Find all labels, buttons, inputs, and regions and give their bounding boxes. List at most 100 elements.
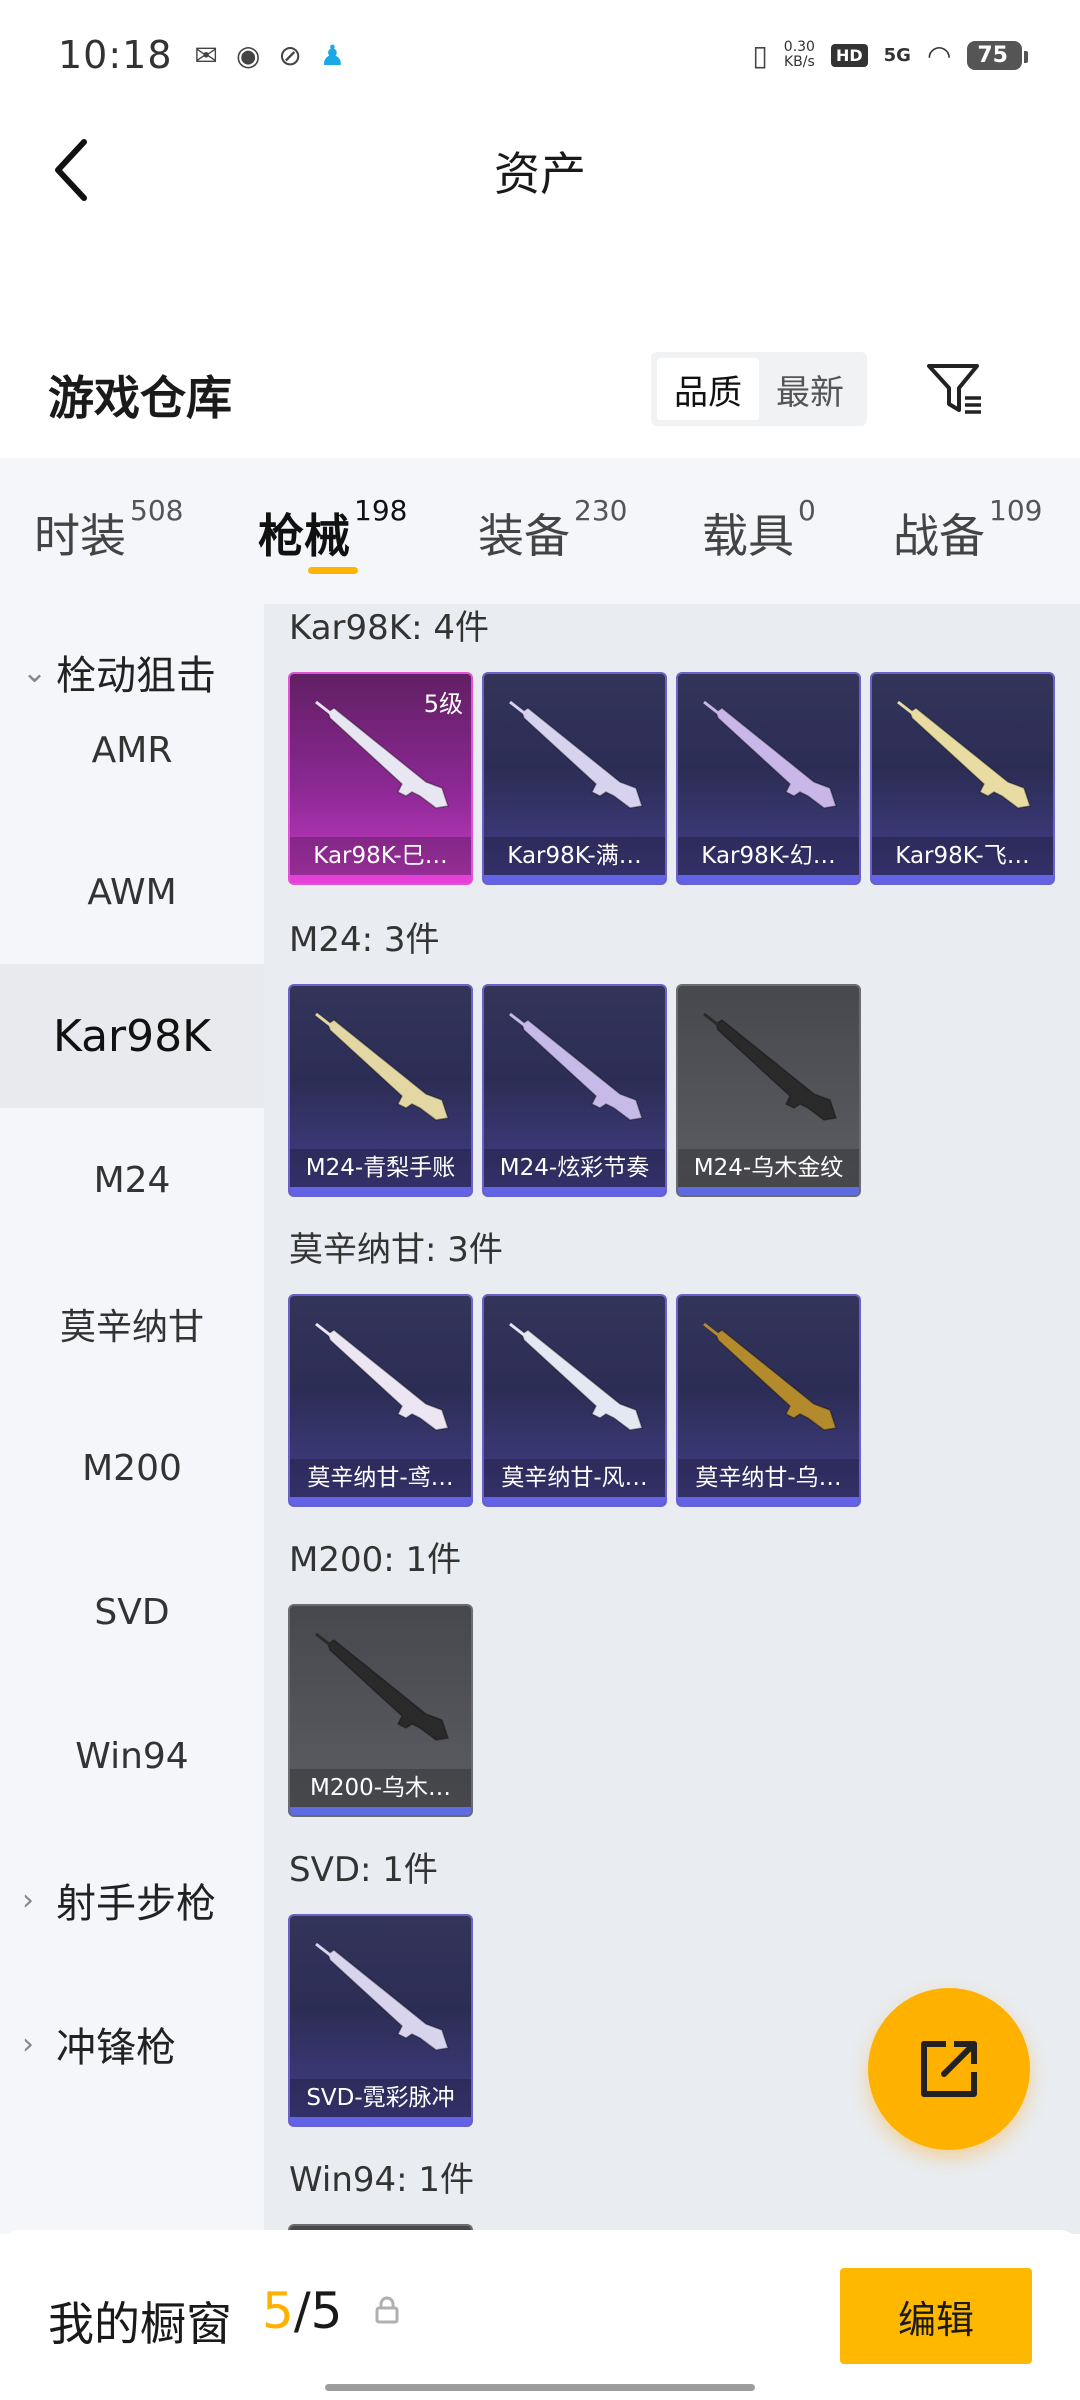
item-card[interactable]: M24-青梨手账 — [288, 984, 473, 1197]
item-card[interactable]: 莫辛纳甘-鸢… — [288, 1294, 473, 1507]
rarity-bar — [484, 1497, 665, 1505]
item-card[interactable]: Kar98K-幻… — [676, 672, 861, 885]
vibrate-icon: ▯ — [752, 38, 768, 72]
item-card[interactable]: 5级 Kar98K-巳… — [288, 672, 473, 885]
tab-vehicles[interactable]: 载具 0 — [702, 458, 816, 604]
group-title-m24: M24: 3件 — [289, 920, 440, 960]
tab-label: 时装 — [34, 509, 126, 563]
status-time: 10:18 — [58, 33, 173, 77]
sidebar-group-smg[interactable]: › 冲锋枪 — [0, 1972, 264, 2116]
tab-count: 198 — [354, 494, 408, 527]
item-name: Kar98K-满… — [484, 837, 665, 875]
group-title-win94: Win94: 1件 — [289, 2160, 475, 2200]
tab-supplies[interactable]: 战备 109 — [893, 458, 1042, 604]
rifle-icon — [897, 700, 1031, 809]
sidebar-item-win94[interactable]: Win94 — [0, 1684, 264, 1828]
tab-fashion[interactable]: 时装 508 — [34, 458, 183, 604]
lock-icon — [375, 2296, 399, 2324]
bottom-bar: 我的橱窗 5/5 编辑 — [0, 2230, 1080, 2400]
rifle-icon — [703, 700, 837, 809]
sidebar-item-m24[interactable]: M24 — [0, 1108, 264, 1252]
home-indicator — [325, 2384, 755, 2391]
item-card[interactable]: Kar98K-飞… — [870, 672, 1055, 885]
item-name: M24-青梨手账 — [290, 1149, 471, 1187]
battery-icon: 75 — [967, 40, 1028, 70]
sidebar-group-marksman[interactable]: › 射手步枪 — [0, 1828, 264, 1972]
edit-button[interactable]: 编辑 — [840, 2268, 1032, 2364]
sidebar-item-m200[interactable]: M200 — [0, 1396, 264, 1540]
rifle-icon — [703, 1322, 837, 1431]
tab-active-indicator — [308, 567, 358, 574]
tab-label: 装备 — [478, 509, 570, 563]
status-right: ▯ 0.30 KB/s HD 5G ◠ 75 — [752, 0, 1028, 110]
group-title-kar98k: Kar98K: 4件 — [289, 608, 489, 648]
item-card[interactable]: M24-炫彩节奏 — [482, 984, 667, 1197]
notification-icons: ✉ ◉ ⊘ ♟ — [195, 39, 345, 72]
net-speed-unit: KB/s — [783, 54, 815, 70]
status-bar: 10:18 ✉ ◉ ⊘ ♟ ▯ 0.30 KB/s HD 5G ◠ 75 — [0, 0, 1080, 110]
rarity-bar — [290, 1497, 471, 1505]
showcase-count: 5/5 — [262, 2282, 342, 2340]
sort-newest-button[interactable]: 最新 — [759, 358, 861, 420]
sync-icon: ⊘ — [278, 38, 302, 72]
item-name: M24-炫彩节奏 — [484, 1149, 665, 1187]
tab-equipment[interactable]: 装备 230 — [478, 458, 627, 604]
rarity-bar — [290, 1187, 471, 1195]
sort-toggle: 品质 最新 — [651, 352, 867, 426]
item-card[interactable]: SVD-霓彩脉冲 — [288, 1914, 473, 2127]
wifi-icon: ◠ — [926, 38, 952, 72]
qq-icon: ♟ — [319, 38, 345, 72]
sidebar-item-amr[interactable]: AMR — [0, 678, 264, 822]
rarity-bar — [872, 875, 1053, 883]
item-card[interactable]: M200-乌木… — [288, 1604, 473, 1817]
net-speed-value: 0.30 — [783, 39, 815, 55]
showcase-total: 5 — [310, 2282, 343, 2340]
filter-button[interactable] — [920, 352, 990, 428]
item-card[interactable]: M24-乌木金纹 — [676, 984, 861, 1197]
sidebar-item-awm[interactable]: AWM — [0, 820, 264, 964]
rarity-bar — [678, 1497, 859, 1505]
item-card[interactable]: 莫辛纳甘-风… — [482, 1294, 667, 1507]
sidebar-item-svd[interactable]: SVD — [0, 1540, 264, 1684]
category-tabs: 时装 508 枪械 198 装备 230 载具 0 战备 109 — [0, 458, 1080, 604]
item-name: Kar98K-飞… — [872, 837, 1053, 875]
item-card[interactable]: Kar98K-满… — [482, 672, 667, 885]
rifle-icon — [509, 1012, 643, 1121]
hd-badge: HD — [830, 43, 868, 67]
rifle-icon — [509, 1322, 643, 1431]
signal-icon: 5G — [883, 44, 911, 66]
sidebar-item-kar98k[interactable]: Kar98K — [0, 964, 264, 1108]
rifle-icon — [315, 1942, 449, 2051]
item-name: M24-乌木金纹 — [678, 1149, 859, 1187]
rifle-icon — [703, 1012, 837, 1121]
rarity-bar — [290, 1807, 471, 1815]
tab-guns[interactable]: 枪械 198 — [258, 458, 407, 604]
rarity-bar — [484, 875, 665, 883]
sidebar-group-label: 射手步枪 — [56, 1881, 216, 1927]
warehouse-header: 游戏仓库 品质 最新 — [0, 340, 1080, 440]
net-speed: 0.30 KB/s — [784, 40, 815, 70]
showcase-label: 我的橱窗 — [48, 2297, 232, 2351]
chevron-right-icon: › — [22, 1882, 34, 1918]
group-title-m200: M200: 1件 — [289, 1540, 462, 1580]
header: 资产 — [0, 110, 1080, 230]
warehouse-title: 游戏仓库 — [48, 371, 232, 425]
item-name: SVD-霓彩脉冲 — [290, 2079, 471, 2117]
rarity-bar — [678, 875, 859, 883]
item-name: M200-乌木… — [290, 1769, 471, 1807]
chevron-right-icon: › — [22, 2026, 34, 2062]
tab-label: 战备 — [893, 509, 985, 563]
item-name: Kar98K-幻… — [678, 837, 859, 875]
tab-count: 0 — [798, 494, 816, 527]
sidebar-item-mosin[interactable]: 莫辛纳甘 — [0, 1252, 264, 1396]
share-fab-button[interactable] — [868, 1988, 1030, 2150]
rarity-bar — [290, 2117, 471, 2125]
item-card[interactable]: 莫辛纳甘-乌… — [676, 1294, 861, 1507]
rarity-bar — [678, 1187, 859, 1195]
rarity-bar — [484, 1187, 665, 1195]
sort-quality-button[interactable]: 品质 — [657, 358, 759, 420]
tab-count: 230 — [574, 494, 628, 527]
external-link-icon — [921, 2041, 977, 2097]
tab-label: 枪械 — [258, 509, 350, 563]
music-icon: ◉ — [235, 38, 261, 72]
